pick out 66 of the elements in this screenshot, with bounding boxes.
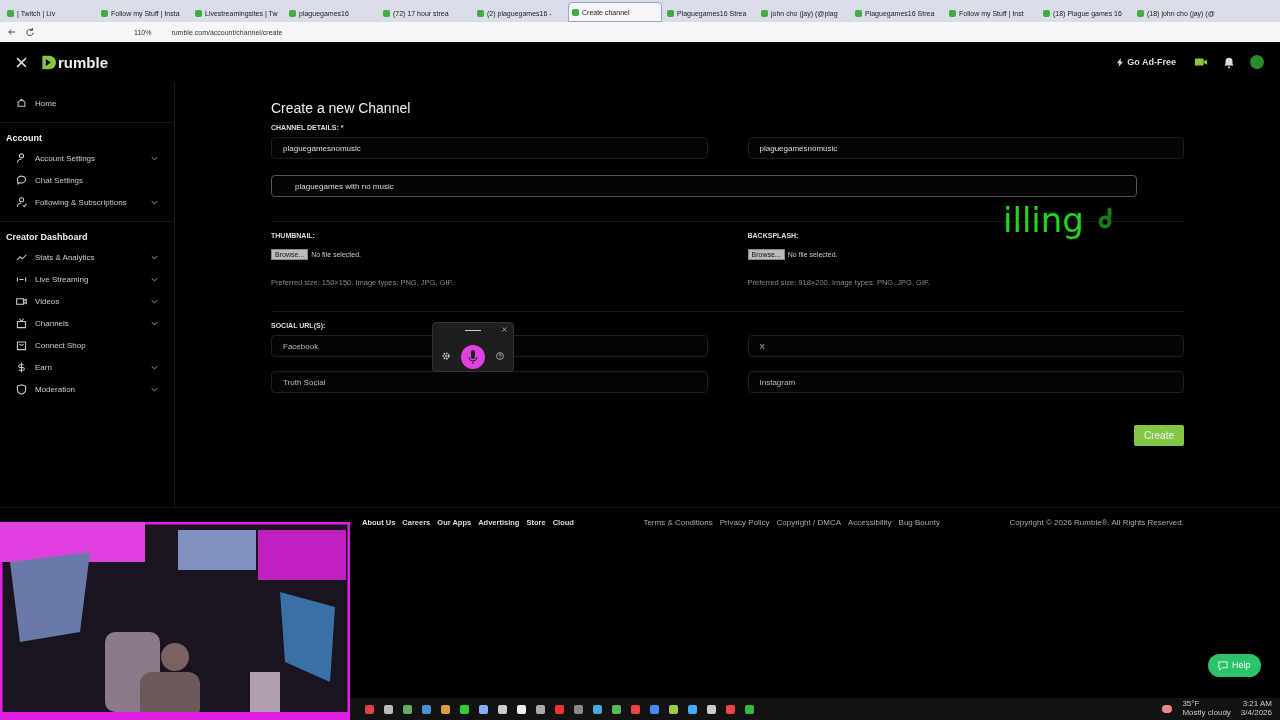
favicon-icon <box>572 8 579 16</box>
favicon-icon <box>383 9 390 17</box>
favicon-icon <box>949 9 956 17</box>
copyright-text: Copyright © 2026 Rumble®. All Rights Reserved. <box>1009 517 1184 527</box>
favicon-icon <box>477 9 484 17</box>
input-field[interactable]: plaguegamesnomusic <box>747 137 1184 159</box>
footer-link[interactable]: Bug Bounty <box>898 517 940 527</box>
close-icon[interactable] <box>502 327 507 332</box>
video-icon <box>16 295 27 307</box>
shop-icon <box>16 339 27 351</box>
temperature: 35°F <box>1182 700 1201 709</box>
stream-caption: illing <box>1003 200 1084 240</box>
follow-icon <box>16 196 27 208</box>
sidebar-item[interactable]: Moderation <box>0 378 174 400</box>
sidebar-item[interactable]: Account Settings <box>0 147 174 169</box>
drag-handle[interactable] <box>465 330 481 331</box>
chat-icon <box>16 174 27 186</box>
input-field[interactable]: Instagram <box>747 371 1184 393</box>
weather-icon[interactable] <box>1162 705 1173 713</box>
favicon-icon <box>289 9 296 17</box>
channel-icon <box>16 317 27 329</box>
sidebar-item[interactable]: Earn <box>0 356 174 378</box>
sidebar-heading: Creator Dashboard <box>0 221 174 246</box>
clock-time: 3:21 AM <box>1242 700 1272 709</box>
footer-link[interactable]: Copyright / DMCA <box>776 517 841 527</box>
favicon-icon <box>101 9 108 17</box>
description-field[interactable]: plaguegames with no music <box>271 175 1137 197</box>
weather-text: Mostly cloudy <box>1182 709 1231 718</box>
user-icon <box>16 152 27 164</box>
favicon-icon <box>667 9 674 17</box>
favicon-icon <box>761 9 768 17</box>
favicon-icon <box>1137 9 1144 17</box>
close-icon[interactable] <box>16 56 27 68</box>
avatar[interactable] <box>1250 55 1264 69</box>
sidebar-item[interactable]: Videos <box>0 290 174 312</box>
logo-text[interactable]: rumble <box>58 53 108 71</box>
footer-link[interactable]: Terms & Conditions <box>643 517 713 527</box>
lightning-icon <box>1117 57 1124 67</box>
bell-icon[interactable] <box>1222 55 1236 69</box>
sidebar-item[interactable]: Following & Subscriptions <box>0 191 174 213</box>
sidebar-item[interactable]: Live Streaming <box>0 268 174 290</box>
sidebar-item[interactable]: Stats & Analytics <box>0 246 174 268</box>
favicon-icon <box>1043 9 1050 17</box>
play-logo-icon <box>39 53 56 71</box>
sidebar-item[interactable]: Channels <box>0 312 174 334</box>
footer-link[interactable]: Accessibility <box>848 517 892 527</box>
input-field[interactable]: X <box>747 335 1184 357</box>
favicon-icon <box>7 9 14 17</box>
home-icon <box>16 97 27 109</box>
reload-icon[interactable] <box>26 28 34 36</box>
sidebar-item[interactable]: Chat Settings <box>0 169 174 191</box>
sidebar-heading: Account <box>0 122 174 147</box>
ad-free-link[interactable]: Go Ad-Free <box>1127 57 1176 67</box>
input-field[interactable]: Truth Social <box>271 371 708 393</box>
shield-icon <box>16 383 27 395</box>
dollar-icon <box>16 361 27 373</box>
favicon-icon <box>195 9 202 17</box>
page-title: Create a new Channel <box>271 100 412 116</box>
clock-date: 3/4/2026 <box>1240 709 1272 718</box>
favicon-icon <box>855 9 862 17</box>
back-icon[interactable] <box>8 28 16 36</box>
sidebar-item[interactable]: Home <box>0 92 174 114</box>
input-field[interactable]: plaguegamesnomusic <box>271 137 708 159</box>
chat-bubble-icon <box>1218 660 1228 671</box>
footer-link[interactable]: Privacy Policy <box>719 517 770 527</box>
sidebar-item[interactable]: Connect Shop <box>0 334 174 356</box>
